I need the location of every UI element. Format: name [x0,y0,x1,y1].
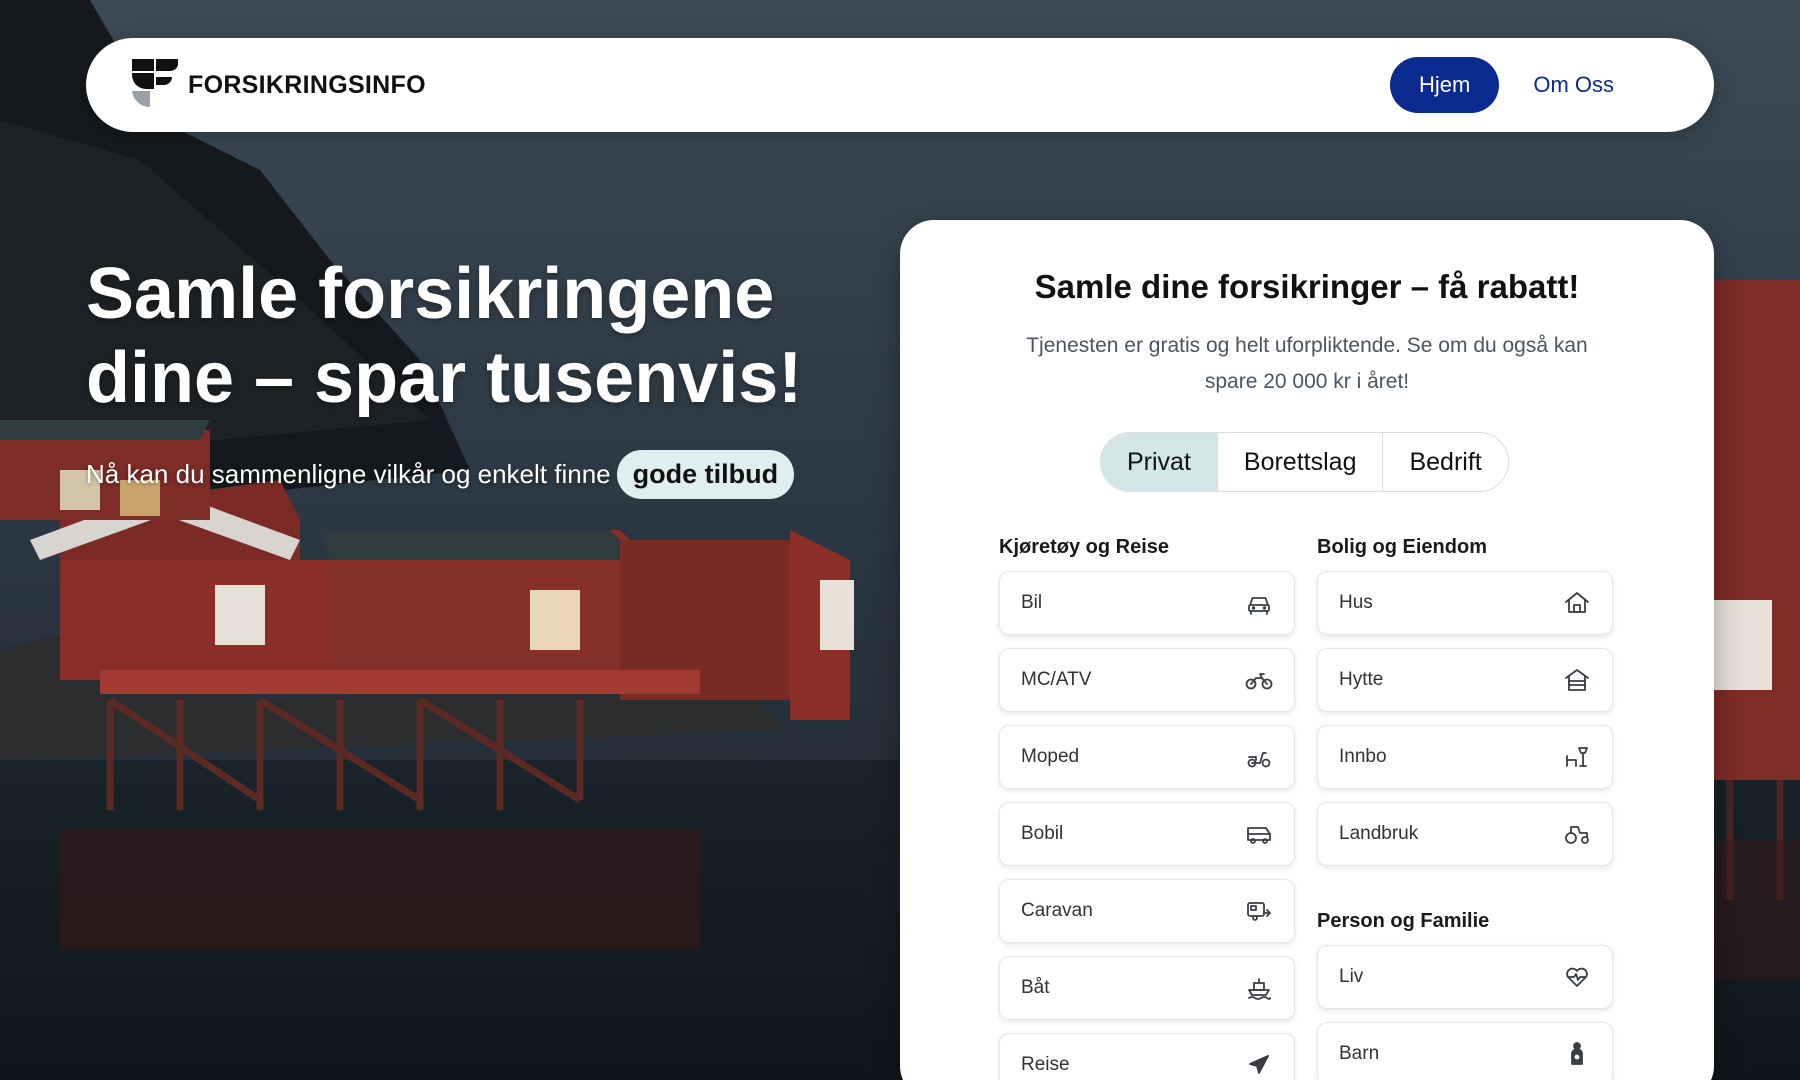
option-bobil[interactable]: Bobil [999,802,1295,866]
option-hytte[interactable]: Hytte [1317,648,1613,712]
nav-home-button[interactable]: Hjem [1389,57,1500,113]
option-mc-atv[interactable]: MC/ATV [999,648,1295,712]
option-label: Innbo [1339,746,1387,767]
section-heading-vehicles: Kjøretøy og Reise [999,536,1170,558]
tractor-icon [1562,819,1592,849]
option-label: Moped [1021,746,1080,767]
nav-about-link[interactable]: Om Oss [1533,72,1614,98]
option-moped[interactable]: Moped [999,725,1295,789]
heart-pulse-icon [1562,962,1592,992]
car-icon [1244,588,1274,618]
cabin-icon [1562,665,1592,695]
option-label: Båt [1021,977,1050,998]
option-label: Liv [1339,966,1364,987]
option-label: Bobil [1021,823,1064,844]
hero-subtitle: Nå kan du sammenligne vilkår og enkelt f… [86,450,795,499]
tab-bedrift[interactable]: Bedrift [1383,433,1507,491]
hero-title: Samle forsikringene dine – spar tusenvis… [86,254,803,418]
option-reise[interactable]: Reise [999,1033,1295,1080]
option-label: Hus [1339,592,1373,613]
option-landbruk[interactable]: Landbruk [1317,802,1613,866]
option-liv[interactable]: Liv [1317,945,1613,1009]
house-icon [1562,588,1592,618]
tab-borettslag[interactable]: Borettslag [1218,433,1384,491]
option-label: Reise [1021,1054,1070,1075]
option-hus[interactable]: Hus [1317,571,1613,635]
tab-privat[interactable]: Privat [1101,433,1218,491]
motorhome-icon [1244,819,1274,849]
card-description: Tjenesten er gratis og helt uforpliktend… [1026,334,1588,393]
caravan-icon [1244,896,1274,926]
option-caravan[interactable]: Caravan [999,879,1295,943]
main-nav: Hjem Om Oss [1389,57,1614,113]
plane-icon [1244,1050,1274,1080]
option-innbo[interactable]: Innbo [1317,725,1613,789]
boat-icon [1244,973,1274,1003]
child-icon [1562,1039,1592,1069]
option-label: Caravan [1021,900,1093,921]
section-heading-property: Bolig og Eiendom [1317,536,1487,558]
customer-type-tabs: Privat Borettslag Bedrift [1100,432,1509,492]
motorcycle-icon [1244,665,1274,695]
option-barn[interactable]: Barn [1317,1022,1613,1080]
brand[interactable]: FORSIKRINGSINFO [132,58,426,112]
card-title: Samle dine forsikringer – få rabatt! [1034,268,1580,305]
option-bil[interactable]: Bil [999,571,1295,635]
moped-icon [1244,742,1274,772]
furniture-icon [1562,742,1592,772]
option-label: Bil [1021,592,1043,613]
option-label: Barn [1339,1043,1380,1064]
navbar: FORSIKRINGSINFO Hjem Om Oss [86,38,1714,132]
brand-name: FORSIKRINGSINFO [188,70,426,99]
option-baat[interactable]: Båt [999,956,1295,1020]
insurance-selector-card: Samle dine forsikringer – få rabatt! Tje… [900,220,1714,1080]
option-label: Hytte [1339,669,1384,690]
hero-highlight-pill: gode tilbud [616,450,795,499]
option-label: Landbruk [1339,823,1419,844]
hero-subtitle-text: Nå kan du sammenligne vilkår og enkelt f… [86,459,611,489]
forsikringsinfo-logo-icon [132,58,178,112]
section-heading-person: Person og Familie [1317,910,1490,932]
option-label: MC/ATV [1021,669,1092,690]
